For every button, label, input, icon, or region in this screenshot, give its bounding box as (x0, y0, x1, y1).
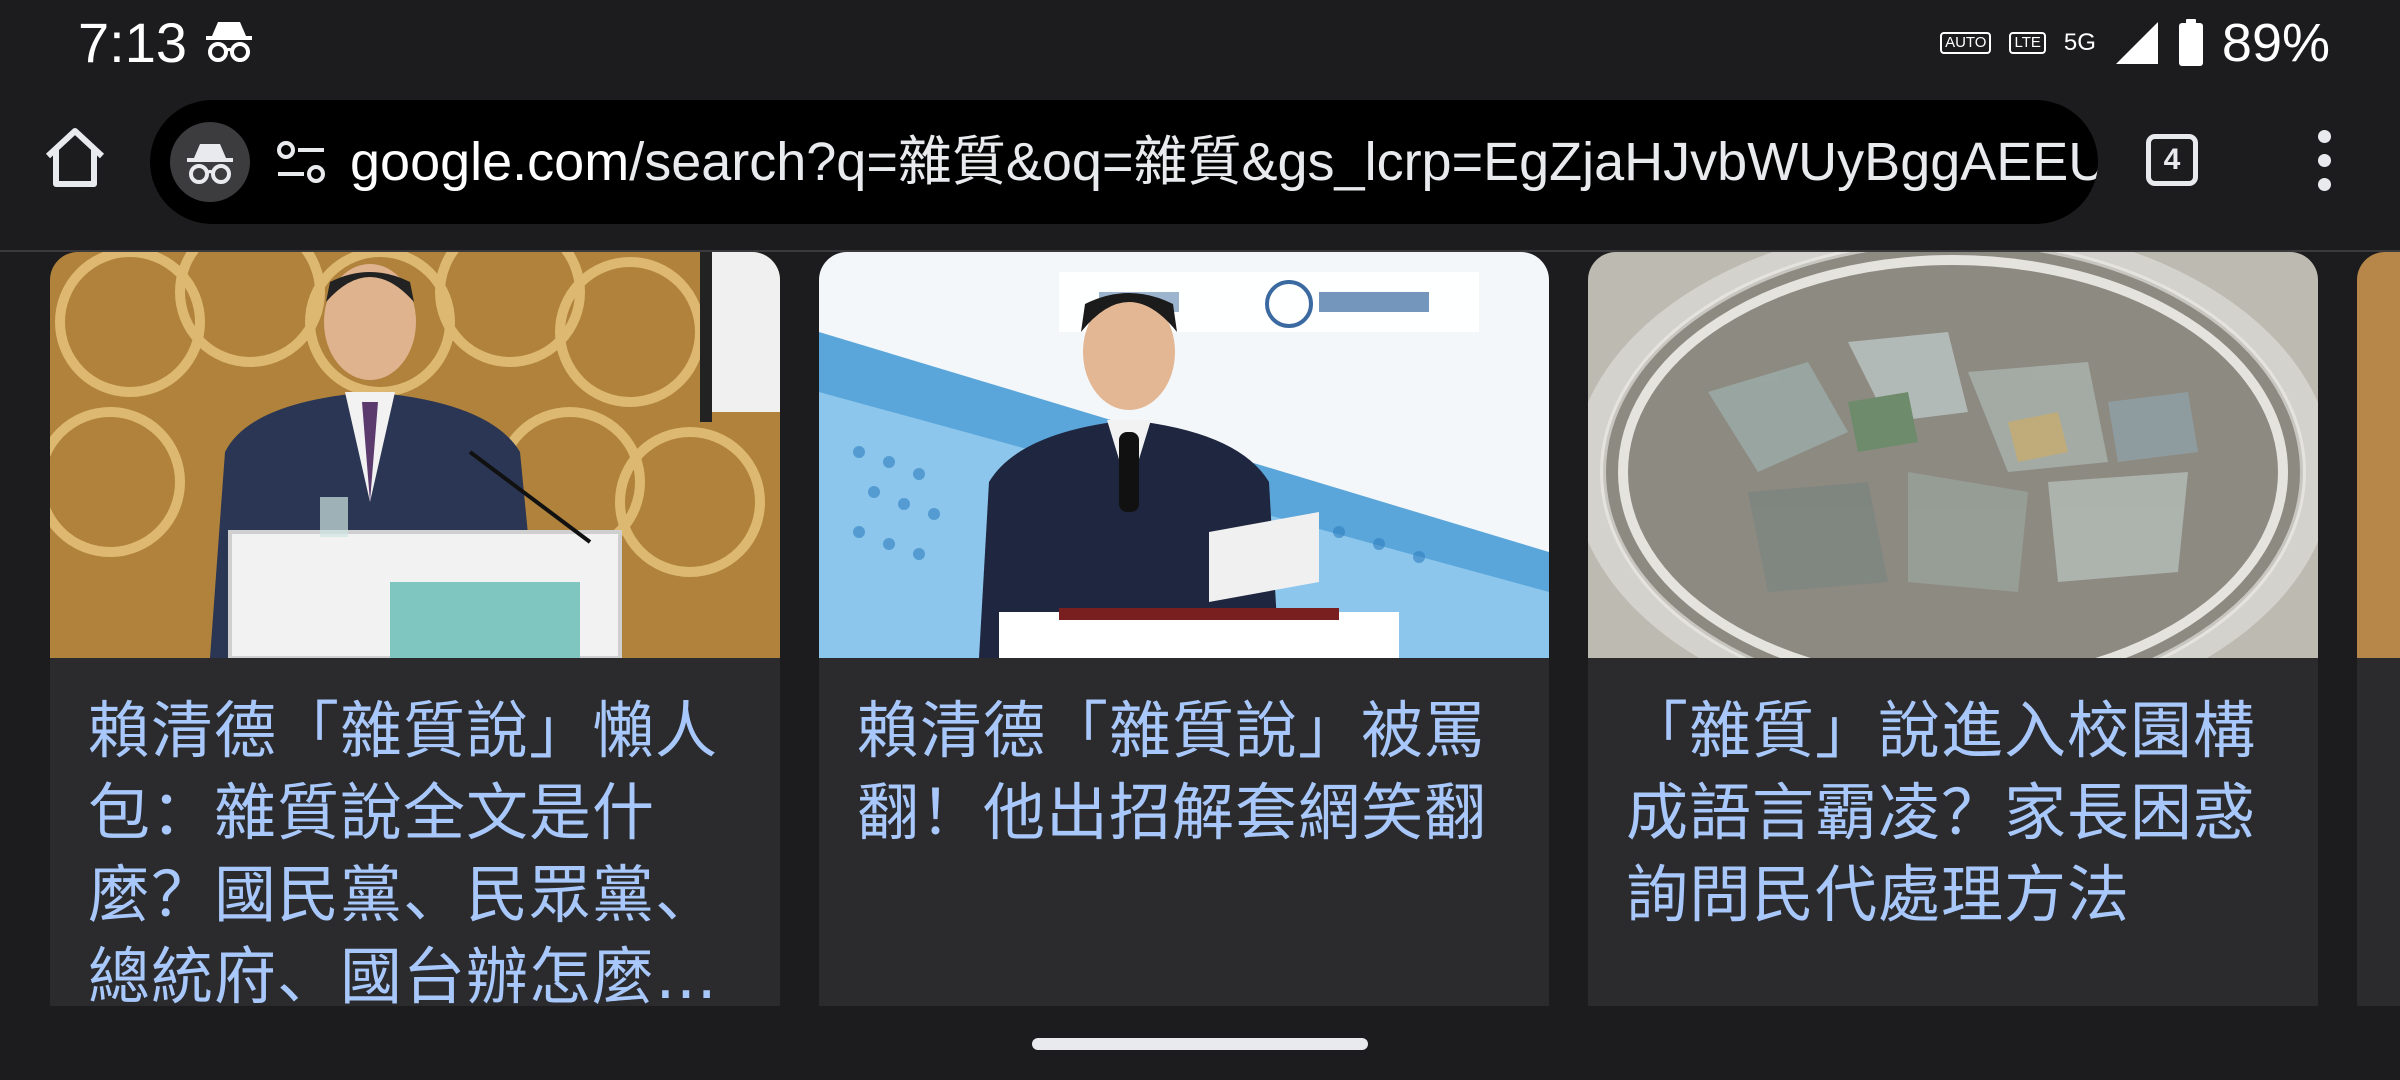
photo-jar-of-debris[interactable] (1588, 252, 2318, 658)
incognito-badge (170, 122, 250, 202)
browser-toolbar: google.com/search?q=雜質&oq=雜質&gs_lcrp=EgZ… (0, 86, 2400, 252)
url-host: google.com (350, 132, 630, 192)
news-carousel[interactable]: 賴清德「雜質說」懶人包：雜質說全文是什麼？國民黨、民眾黨、總統府、國台辦怎麼說？ (0, 252, 2400, 1006)
home-icon[interactable] (40, 122, 110, 192)
news-card-title[interactable]: 賴清德「雜質說」被罵翻！他出招解套網笑翻 (857, 690, 1527, 854)
navigation-gesture-area (0, 1006, 2400, 1080)
news-card-title[interactable]: 「雜質」說進入校園構成語言霸凌？家長困惑詢問民代處理方法 (1626, 690, 2296, 936)
url-path: /search?q=雜質&oq=雜質&gs_lcrp=EgZjaHJvbWUyB… (629, 132, 2098, 192)
signal-icon (2115, 22, 2158, 64)
incognito-icon (206, 22, 252, 62)
photo-speaker-with-microphone[interactable] (819, 252, 1549, 658)
gesture-handle[interactable] (1032, 1038, 1368, 1050)
site-settings-icon[interactable] (276, 140, 326, 184)
network-type: 5G (2063, 29, 2096, 56)
battery-percent: 89% (2221, 13, 2330, 73)
news-card[interactable]: 「雜質」說進入校園構成語言霸凌？家長困惑詢問民代處理方法 (1588, 252, 2318, 1006)
overflow-menu-icon[interactable] (2300, 126, 2350, 196)
battery-icon (2178, 19, 2203, 66)
auto-hz-icon: AUTO (1940, 32, 1992, 54)
incognito-icon (187, 144, 233, 184)
tab-switcher-button[interactable]: 4 (2146, 134, 2198, 186)
status-bar: 7:13 AUTO LTE 5G 89% (0, 0, 2400, 86)
photo-speaker-at-podium[interactable] (50, 252, 780, 658)
url-text[interactable]: google.com/search?q=雜質&oq=雜質&gs_lcrp=EgZ… (350, 100, 2098, 224)
news-card-title[interactable]: 賴清德「雜質說」懶人包：雜質說全文是什麼？國民黨、民眾黨、總統府、國台辦怎麼說？ (88, 690, 758, 1006)
vo-lte-icon: LTE (2009, 32, 2046, 54)
status-icons: AUTO LTE 5G 89% (1940, 10, 2330, 76)
address-bar[interactable]: google.com/search?q=雜質&oq=雜質&gs_lcrp=EgZ… (150, 100, 2098, 224)
news-card[interactable] (2357, 252, 2400, 1006)
news-card[interactable]: 賴清德「雜質說」被罵翻！他出招解套網笑翻 (819, 252, 1549, 1006)
photo-partial[interactable] (2357, 252, 2400, 658)
clock: 7:13 (78, 11, 187, 74)
news-card[interactable]: 賴清德「雜質說」懶人包：雜質說全文是什麼？國民黨、民眾黨、總統府、國台辦怎麼說？ (50, 252, 780, 1006)
